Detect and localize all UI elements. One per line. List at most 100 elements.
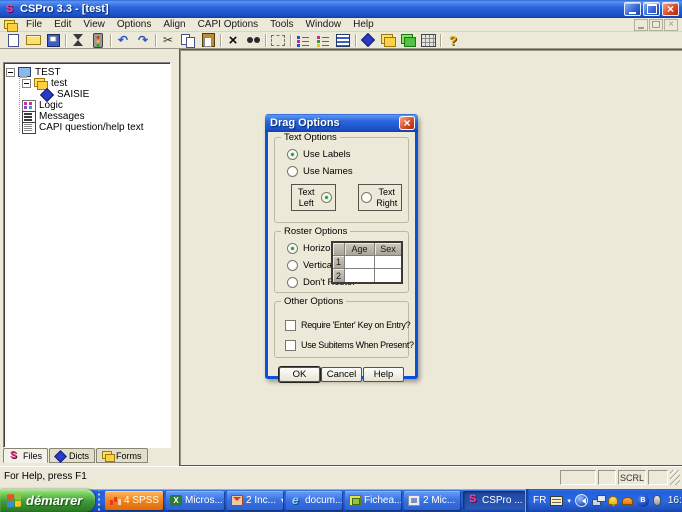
mdi-minimize-button[interactable] xyxy=(634,19,648,31)
tree-item-test-app[interactable]: TEST xyxy=(6,67,168,78)
tab-forms[interactable]: Forms xyxy=(96,448,148,463)
help-button[interactable]: Help xyxy=(363,367,404,382)
hide-icons-chevron[interactable] xyxy=(575,494,588,507)
minimize-button[interactable] xyxy=(624,2,641,16)
menu-align[interactable]: Align xyxy=(157,18,191,31)
dictionary-icon[interactable] xyxy=(358,32,378,48)
menu-help[interactable]: Help xyxy=(347,18,380,31)
select-marquee-icon[interactable] xyxy=(268,32,288,48)
mdi-restore-button[interactable] xyxy=(649,19,663,31)
require-enter-option[interactable]: Require 'Enter' Key on Entry? xyxy=(285,319,402,331)
menu-tools[interactable]: Tools xyxy=(264,18,299,31)
save-icon[interactable] xyxy=(43,32,63,48)
tree-label[interactable]: SAISIE xyxy=(57,89,89,100)
mdi-close-button[interactable] xyxy=(664,19,678,31)
checkbox-require-enter[interactable] xyxy=(285,320,296,331)
taskbar-button-mail[interactable]: 2 Inc... xyxy=(227,491,283,510)
view-grid-icon[interactable] xyxy=(333,32,353,48)
delete-icon[interactable] xyxy=(223,32,243,48)
cancel-button[interactable]: Cancel xyxy=(321,367,362,382)
taskbar-button-spss[interactable]: 4 SPSS xyxy=(105,491,163,510)
cspro-app-icon: S xyxy=(3,3,16,16)
tree-label[interactable]: test xyxy=(51,78,67,89)
table-icon[interactable] xyxy=(418,32,438,48)
tree-item-logic[interactable]: Logic xyxy=(22,100,168,111)
tree-label[interactable]: Logic xyxy=(39,100,63,111)
clock[interactable]: 16:42 xyxy=(665,495,682,506)
network-icon[interactable] xyxy=(592,495,604,506)
menu-file[interactable]: File xyxy=(20,18,48,31)
tree-item-capi-text[interactable]: CAPI question/help text xyxy=(22,122,168,133)
language-indicator[interactable]: FR xyxy=(533,495,546,506)
tab-label: Dicts xyxy=(69,451,89,461)
taskbar-button-word[interactable]: 2 Mic... xyxy=(404,491,460,510)
start-button[interactable]: démarrer xyxy=(0,489,95,512)
resize-grip[interactable] xyxy=(670,470,680,485)
radio-use-labels[interactable] xyxy=(287,149,298,160)
mdi-document-icon[interactable] xyxy=(3,19,17,31)
cspro-files-icon xyxy=(9,451,20,461)
tree-label[interactable]: Messages xyxy=(39,111,85,122)
radio-text-right[interactable] xyxy=(361,192,372,203)
logic-icon xyxy=(22,100,36,111)
text-left-option[interactable]: Text Left xyxy=(291,184,336,211)
compile-icon[interactable] xyxy=(68,32,88,48)
checkbox-use-subitems[interactable] xyxy=(285,340,296,351)
view-names-icon[interactable] xyxy=(313,32,333,48)
use-names-option[interactable]: Use Names xyxy=(287,165,402,178)
tree-item-saisie[interactable]: SAISIE xyxy=(40,89,168,100)
menu-edit[interactable]: Edit xyxy=(48,18,77,31)
tab-files[interactable]: Files xyxy=(3,448,48,463)
dialog-close-icon[interactable] xyxy=(399,116,415,130)
undo-icon[interactable] xyxy=(113,32,133,48)
radio-horizontal[interactable] xyxy=(287,243,298,254)
menu-options[interactable]: Options xyxy=(111,18,157,31)
alert-icon[interactable] xyxy=(622,497,633,505)
language-dropdown-icon[interactable]: ▾ xyxy=(567,497,571,505)
dialog-title-bar[interactable]: Drag Options xyxy=(265,114,418,132)
radio-use-names[interactable] xyxy=(287,166,298,177)
cut-icon[interactable] xyxy=(158,32,178,48)
use-subitems-option[interactable]: Use Subitems When Present? xyxy=(285,339,402,351)
collapse-icon[interactable] xyxy=(22,79,31,88)
new-file-icon[interactable] xyxy=(3,32,23,48)
ok-button[interactable]: OK xyxy=(279,367,320,382)
menu-view[interactable]: View xyxy=(77,18,111,31)
tab-dicts[interactable]: Dicts xyxy=(49,448,95,463)
radio-text-left[interactable] xyxy=(321,192,332,203)
tree-label[interactable]: CAPI question/help text xyxy=(39,122,144,133)
tree-label[interactable]: TEST xyxy=(35,67,61,78)
tree-item-test-form[interactable]: test xyxy=(22,78,168,89)
taskbar-button-cspro[interactable]: CSPro ... xyxy=(463,491,525,510)
forms-yellow-icon[interactable] xyxy=(378,32,398,48)
taskbar-button-ie[interactable]: docum... xyxy=(286,491,342,510)
view-labels-icon[interactable] xyxy=(293,32,313,48)
computer-icon xyxy=(18,67,32,78)
mouse-icon[interactable] xyxy=(653,495,661,506)
taskbar-button-fichier[interactable]: Fichea... xyxy=(345,491,401,510)
tree-item-messages[interactable]: Messages xyxy=(22,111,168,122)
run-icon[interactable] xyxy=(88,32,108,48)
paste-icon[interactable] xyxy=(198,32,218,48)
find-icon[interactable] xyxy=(243,32,263,48)
radio-dont-roster[interactable] xyxy=(287,277,298,288)
text-right-option[interactable]: Text Right xyxy=(358,184,403,211)
menu-capi-options[interactable]: CAPI Options xyxy=(192,18,265,31)
bell-icon[interactable] xyxy=(608,496,618,505)
excel-icon xyxy=(170,495,182,506)
close-button[interactable] xyxy=(662,2,679,16)
taskbar-button-excel[interactable]: Micros... xyxy=(166,491,224,510)
collapse-icon[interactable] xyxy=(6,68,15,77)
keyboard-icon[interactable] xyxy=(550,496,563,506)
bluetooth-icon[interactable] xyxy=(637,495,649,507)
menu-window[interactable]: Window xyxy=(300,18,348,31)
maximize-button[interactable] xyxy=(643,2,660,16)
start-label: démarrer xyxy=(26,493,82,508)
help-icon[interactable] xyxy=(443,32,463,48)
redo-icon[interactable] xyxy=(133,32,153,48)
open-file-icon[interactable] xyxy=(23,32,43,48)
copy-icon[interactable] xyxy=(178,32,198,48)
forms-green-icon[interactable] xyxy=(398,32,418,48)
radio-vertical[interactable] xyxy=(287,260,298,271)
use-labels-option[interactable]: Use Labels xyxy=(287,148,402,161)
